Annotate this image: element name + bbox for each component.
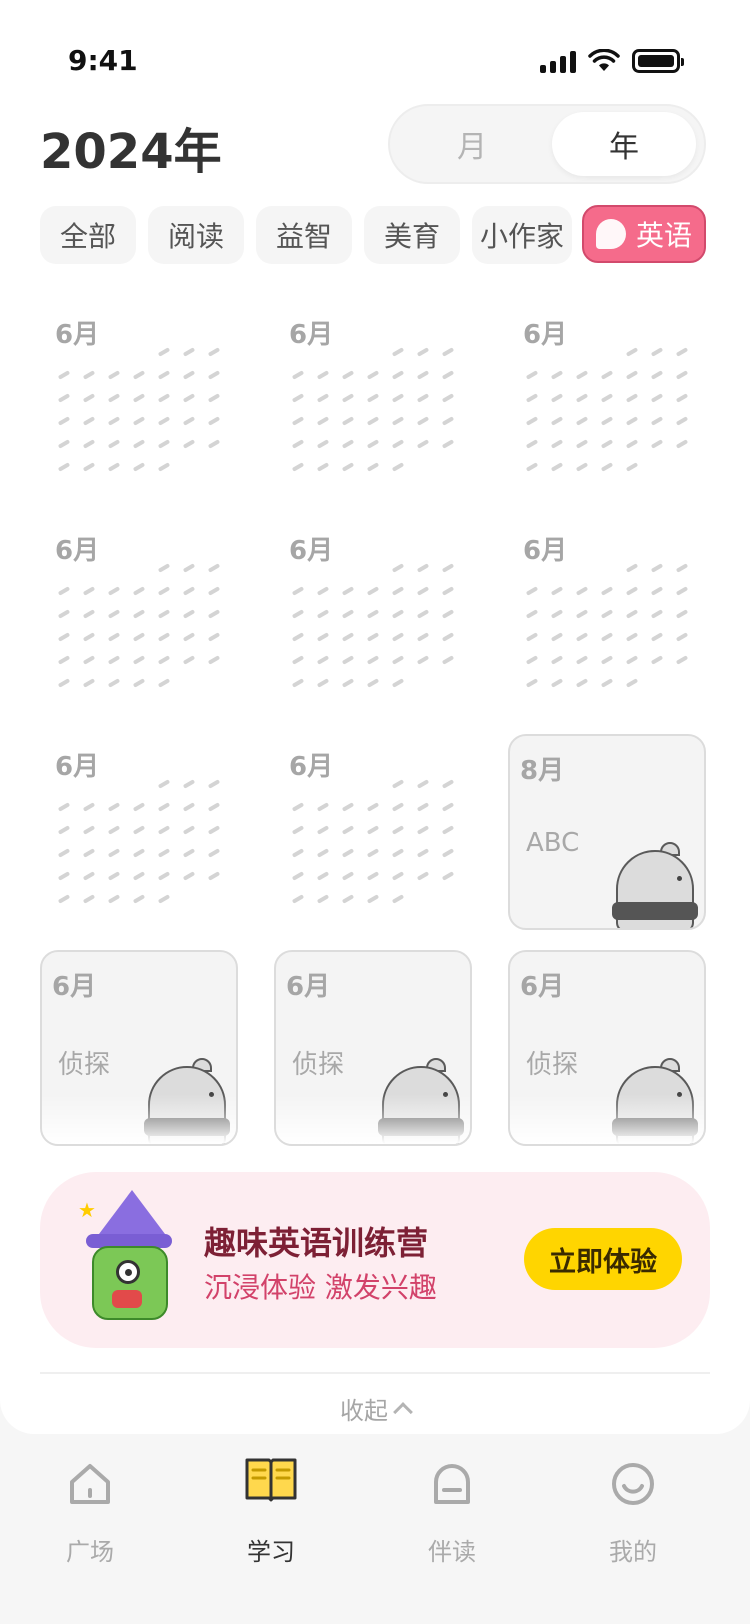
calendar-dots bbox=[291, 779, 457, 907]
smile-icon bbox=[612, 1463, 654, 1505]
badge-text: 侦探 bbox=[526, 1050, 579, 1080]
promo-subtitle: 沉浸体验 激发兴趣 bbox=[204, 1271, 437, 1304]
chevron-up-icon bbox=[393, 1402, 413, 1422]
month-label: 8月 bbox=[520, 756, 565, 786]
promo-banner[interactable]: ★ 趣味英语训练营 沉浸体验 激发兴趣 立即体验 bbox=[40, 1172, 710, 1348]
badge-text: 侦探 bbox=[292, 1050, 345, 1080]
tab-mine-label: 我的 bbox=[609, 1538, 657, 1566]
month-label: 6月 bbox=[52, 972, 97, 1002]
month-label: 6月 bbox=[55, 536, 100, 566]
mascot-illustration bbox=[144, 1058, 230, 1144]
month-label: 6月 bbox=[55, 320, 100, 350]
wizard-mascot-illustration: ★ bbox=[76, 1190, 188, 1320]
toggle-year-button[interactable]: 年 bbox=[552, 112, 696, 176]
divider bbox=[40, 1372, 710, 1374]
filter-chip-writer[interactable]: 小作家 bbox=[472, 206, 572, 264]
badge-card[interactable]: 6月侦探 bbox=[40, 950, 238, 1146]
try-now-button[interactable]: 立即体验 bbox=[524, 1228, 682, 1290]
empty-month-cell[interactable]: 6月 bbox=[508, 518, 706, 714]
badge-card[interactable]: 6月侦探 bbox=[508, 950, 706, 1146]
calendar-dots bbox=[57, 563, 223, 691]
month-label: 6月 bbox=[286, 972, 331, 1002]
collapse-label: 收起 bbox=[340, 1396, 388, 1425]
cellular-signal-icon bbox=[540, 49, 576, 73]
mascot-illustration bbox=[612, 842, 698, 928]
battery-icon bbox=[632, 49, 684, 73]
calendar-dots bbox=[291, 563, 457, 691]
tab-companion[interactable]: 伴读 bbox=[392, 1460, 512, 1570]
mascot-illustration bbox=[378, 1058, 464, 1144]
empty-month-cell[interactable]: 6月 bbox=[274, 302, 472, 498]
month-label: 6月 bbox=[289, 320, 334, 350]
filter-chip-english-label: 英语 bbox=[635, 219, 692, 252]
main-card: 9:41 2024年 月 年 全部 阅读 益智 美育 小作家 英语 6月 6月 … bbox=[0, 0, 750, 1434]
badge-text: 侦探 bbox=[58, 1050, 111, 1080]
toggle-month-button[interactable]: 月 bbox=[400, 112, 544, 176]
tab-study[interactable]: 学习 bbox=[211, 1458, 331, 1570]
month-label: 6月 bbox=[289, 752, 334, 782]
empty-month-cell[interactable]: 6月 bbox=[508, 302, 706, 498]
status-bar: 9:41 bbox=[0, 0, 750, 100]
tab-companion-label: 伴读 bbox=[428, 1538, 476, 1566]
empty-month-cell[interactable]: 6月 bbox=[40, 518, 238, 714]
empty-month-cell[interactable]: 6月 bbox=[274, 518, 472, 714]
book-icon bbox=[245, 1458, 297, 1502]
filter-chip-reading[interactable]: 阅读 bbox=[148, 206, 244, 264]
bottom-tab-bar: 广场 学习 伴读 我的 bbox=[0, 1458, 750, 1570]
collapse-button[interactable]: 收起 bbox=[0, 1388, 750, 1428]
tab-mine[interactable]: 我的 bbox=[573, 1460, 693, 1570]
month-label: 6月 bbox=[55, 752, 100, 782]
calendar-dots bbox=[291, 347, 457, 475]
tab-plaza-label: 广场 bbox=[66, 1538, 114, 1566]
month-label: 6月 bbox=[289, 536, 334, 566]
month-label: 6月 bbox=[520, 972, 565, 1002]
filter-chip-puzzle[interactable]: 益智 bbox=[256, 206, 352, 264]
filter-chip-all[interactable]: 全部 bbox=[40, 206, 136, 264]
filter-chip-art[interactable]: 美育 bbox=[364, 206, 460, 264]
month-label: 6月 bbox=[523, 536, 568, 566]
period-toggle: 月 年 bbox=[388, 104, 706, 184]
badge-text: ABC bbox=[526, 828, 580, 858]
tab-study-label: 学习 bbox=[247, 1538, 295, 1566]
calendar-dots bbox=[525, 563, 691, 691]
promo-title: 趣味英语训练营 bbox=[204, 1224, 429, 1262]
robot-icon bbox=[434, 1464, 470, 1504]
category-filter-bar: 全部 阅读 益智 美育 小作家 英语 bbox=[0, 205, 750, 266]
status-time: 9:41 bbox=[68, 44, 138, 77]
empty-month-cell[interactable]: 6月 bbox=[40, 302, 238, 498]
month-label: 6月 bbox=[523, 320, 568, 350]
filter-chip-english[interactable]: 英语 bbox=[582, 205, 706, 263]
empty-month-cell[interactable]: 6月 bbox=[40, 734, 238, 930]
wifi-icon bbox=[588, 49, 620, 71]
tab-plaza[interactable]: 广场 bbox=[30, 1460, 150, 1570]
calendar-dots bbox=[57, 347, 223, 475]
mascot-illustration bbox=[612, 1058, 698, 1144]
chat-bubble-icon bbox=[595, 219, 626, 249]
badge-card[interactable]: 6月侦探 bbox=[274, 950, 472, 1146]
page-title: 2024年 bbox=[40, 124, 222, 180]
empty-month-cell[interactable]: 6月 bbox=[274, 734, 472, 930]
badge-card[interactable]: 8月 ABC bbox=[508, 734, 706, 930]
calendar-dots bbox=[57, 779, 223, 907]
calendar-dots bbox=[525, 347, 691, 475]
home-icon bbox=[70, 1464, 110, 1504]
